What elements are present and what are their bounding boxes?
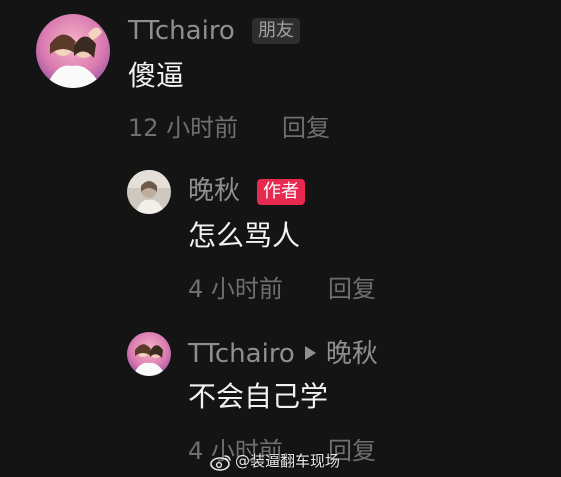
reply-target-username[interactable]: 晚秋 <box>326 339 378 369</box>
watermark: @装逼翻车现场 <box>210 450 340 472</box>
watermark-text: @装逼翻车现场 <box>235 452 341 470</box>
comment-thread: TTchairo 朋友 傻逼 12 小时前 回复 晚秋 作者 怎么骂人 4 小时… <box>0 0 561 477</box>
comment-text: 不会自己学 <box>188 380 329 413</box>
reply-item: TTchairo 晚秋 不会自己学 4 小时前 回复 <box>0 0 561 477</box>
weibo-icon <box>210 453 232 471</box>
avatar[interactable] <box>127 332 171 376</box>
reply-header: TTchairo 晚秋 <box>188 339 378 369</box>
play-triangle-icon <box>304 345 316 360</box>
username[interactable]: TTchairo <box>188 339 295 369</box>
